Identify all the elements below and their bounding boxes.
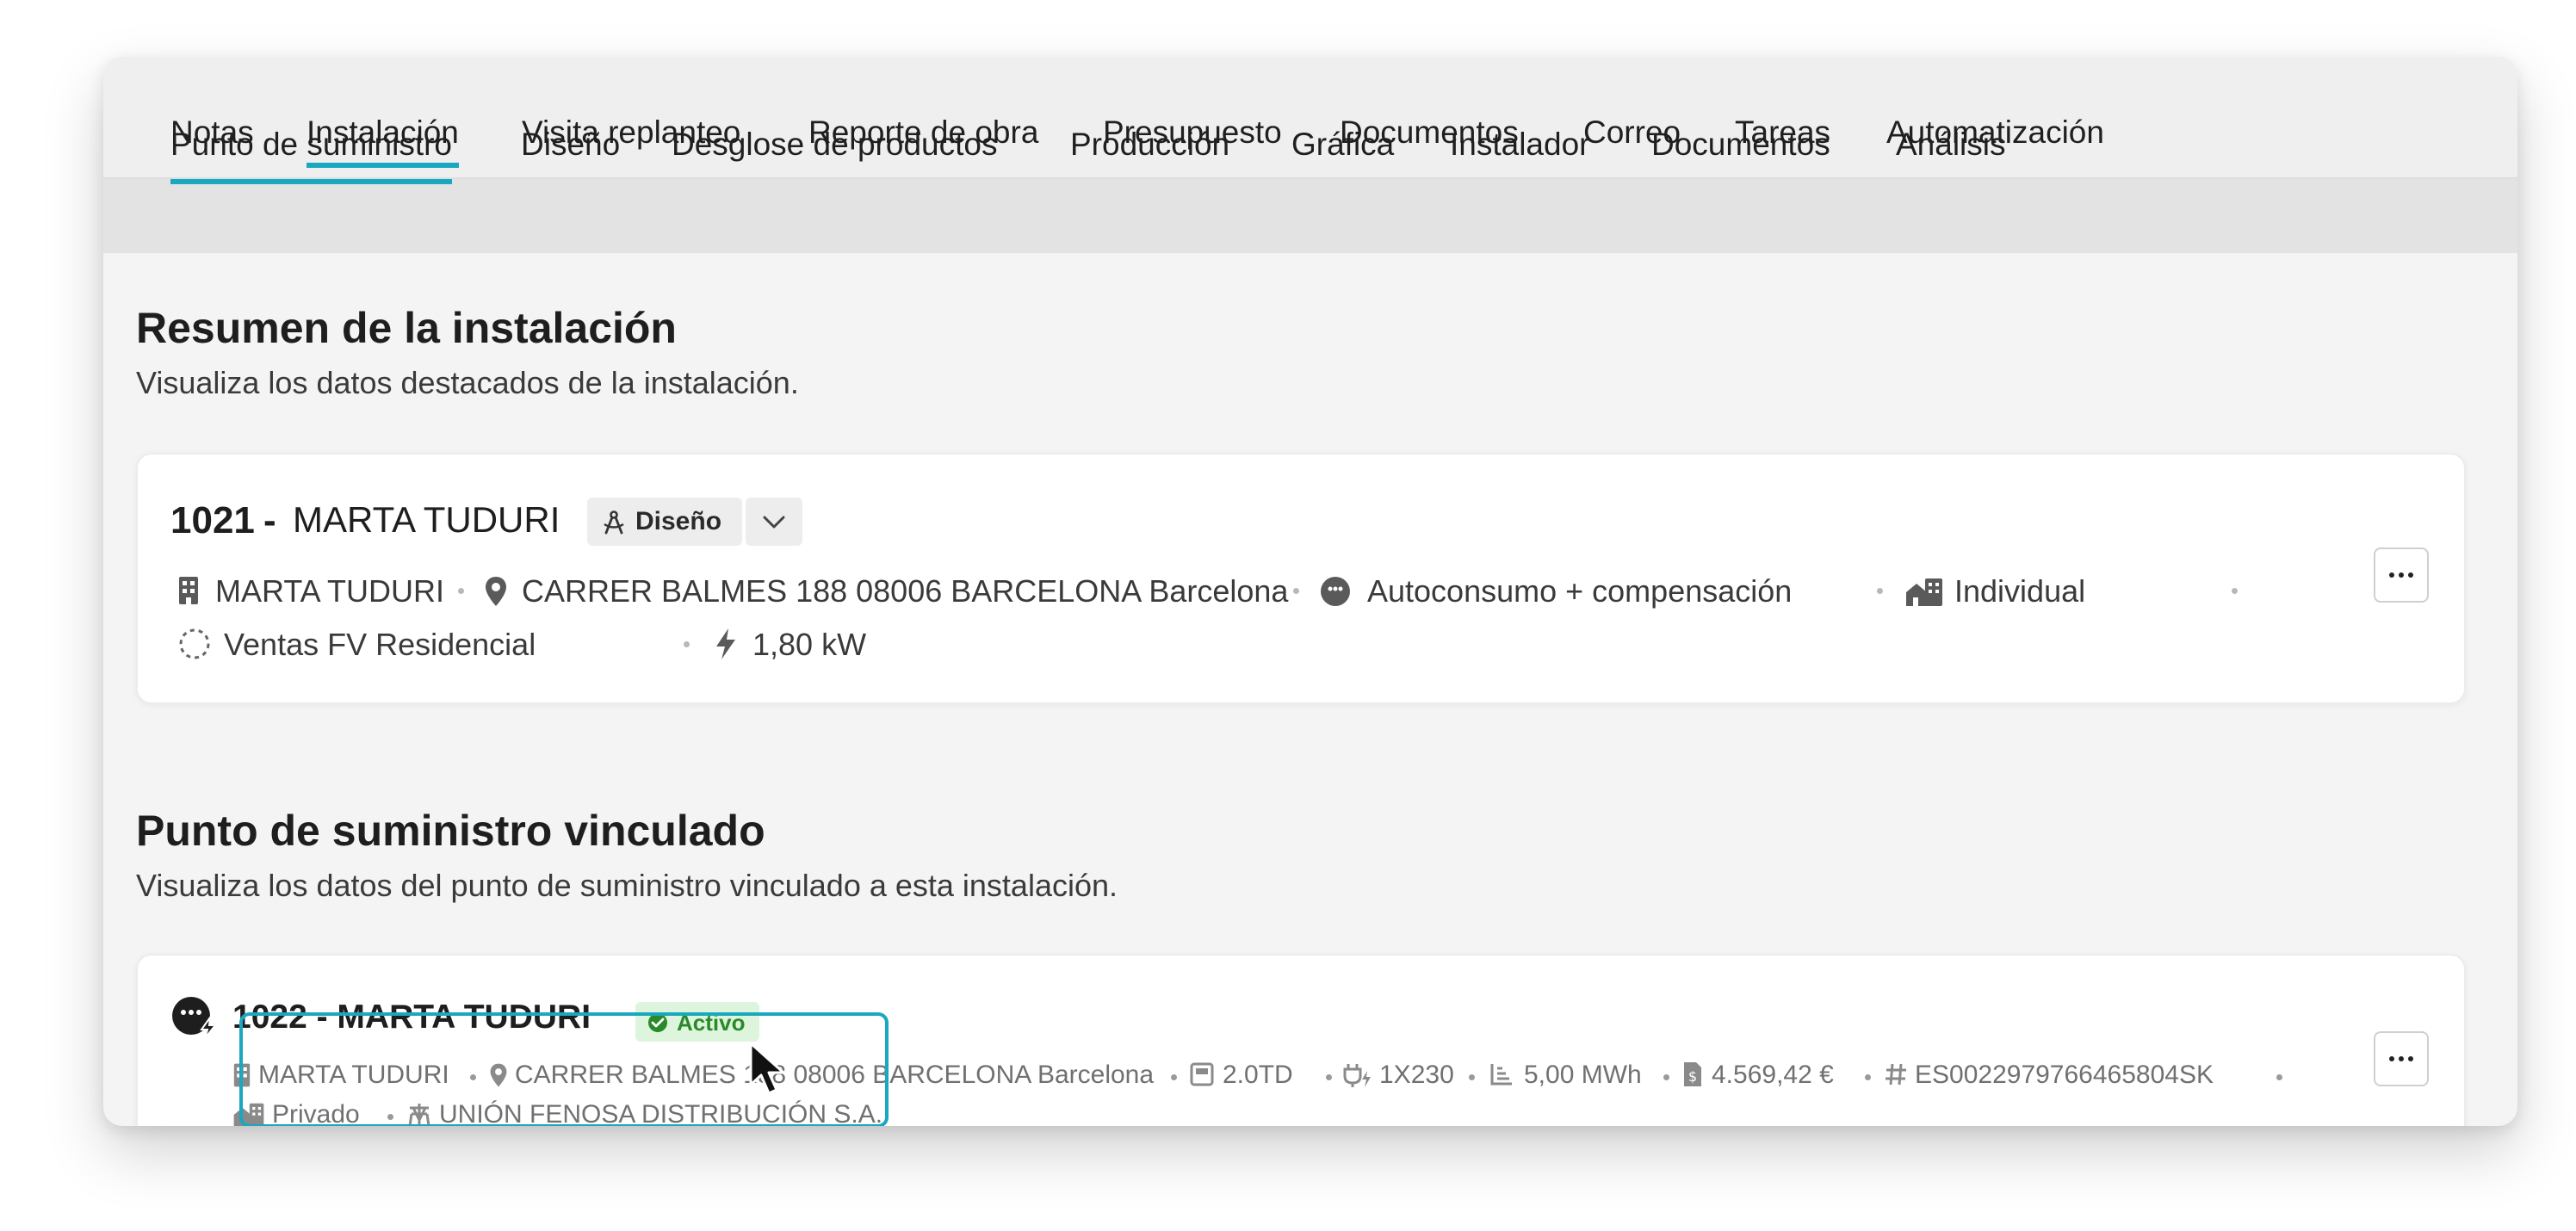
- supply-more-button[interactable]: [2374, 1031, 2429, 1086]
- separator-dot: [2276, 1074, 2282, 1080]
- chart-icon: [1490, 1064, 1512, 1086]
- pipeline-name: Ventas FV Residencial: [224, 627, 536, 662]
- compass-icon: [604, 510, 624, 535]
- separator-dot: [2232, 588, 2238, 594]
- separator-dot: [1865, 1074, 1871, 1080]
- installation-address: CARRER BALMES 188 08006 BARCELONA Barcel…: [522, 573, 1289, 609]
- separator-dot: [1663, 1074, 1669, 1080]
- stage-chip[interactable]: Diseño: [587, 498, 742, 546]
- chevron-down-icon: [763, 516, 785, 529]
- installed-power: 1,80 kW: [752, 627, 867, 662]
- separator-dot: [1326, 1074, 1332, 1080]
- plug-solar-icon: [172, 997, 218, 1038]
- meter-icon: [1190, 1062, 1214, 1086]
- bolt-icon: [716, 628, 735, 659]
- installation-type: Individual: [1954, 573, 2086, 609]
- building-icon: [179, 577, 198, 604]
- supply-title: Punto de suministro vinculado: [136, 807, 765, 855]
- house-building-icon: [1906, 578, 1942, 606]
- location-pin-icon: [486, 577, 506, 606]
- cursor-icon: [749, 1042, 785, 1095]
- supply-subtitle: Visualiza los datos del punto de suminis…: [136, 868, 1118, 903]
- subtab-diseno[interactable]: Diseño: [521, 127, 620, 163]
- plug-icon: [1343, 1064, 1371, 1087]
- secondary-tab-bar: [103, 179, 2517, 253]
- client-name: MARTA TUDURI: [215, 573, 445, 609]
- separator-dot: [684, 641, 690, 647]
- installation-more-button[interactable]: [2374, 547, 2429, 603]
- summary-subtitle: Visualiza los datos destacados de la ins…: [136, 365, 799, 400]
- separator-dot: [1171, 1074, 1177, 1080]
- subtab-desglose-de-productos[interactable]: Desglose de productos: [672, 127, 997, 163]
- annual-cost: 4.569,42 €: [1712, 1061, 1834, 1089]
- more-icon: [2389, 572, 2394, 578]
- receipt-icon: $: [1684, 1062, 1701, 1086]
- annual-consumption: 5,00 MWh: [1524, 1061, 1642, 1089]
- separator-dot: [1293, 588, 1299, 594]
- connection-type: 1X230: [1379, 1061, 1454, 1089]
- tariff: 2.0TD: [1223, 1061, 1293, 1089]
- app-window: Notas Instalación Visita replanteo Repor…: [103, 57, 2517, 1126]
- installation-name: MARTA TUDURI: [293, 499, 560, 540]
- dashed-circle-icon: [179, 628, 210, 659]
- subtab-produccion[interactable]: Producción: [1070, 127, 1229, 163]
- stage-dropdown-button[interactable]: [746, 498, 802, 546]
- subtab-punto-de-suministro[interactable]: Punto de suministro: [170, 127, 453, 184]
- subtab-documentos[interactable]: Documentos: [1651, 127, 1830, 163]
- installation-card: 1021 - MARTA TUDURI Diseño MARTA TUDURI: [136, 453, 2466, 704]
- subtab-grafica[interactable]: Gráfica: [1291, 127, 1394, 163]
- installation-id: 1021: [170, 499, 255, 541]
- separator-dot: [458, 588, 464, 594]
- hash-icon: [1886, 1063, 1906, 1086]
- svg-text:$: $: [1688, 1068, 1697, 1085]
- title-separator: -: [263, 499, 276, 541]
- separator-dot: [1469, 1074, 1475, 1080]
- more-icon: [2389, 1056, 2394, 1061]
- plug-solar-icon: [1321, 577, 1350, 606]
- stage-chip-label: Diseño: [635, 507, 722, 535]
- summary-title: Resumen de la instalación: [136, 304, 677, 352]
- subtab-analisis[interactable]: Análisis: [1896, 127, 2006, 163]
- self-consumption-mode: Autoconsumo + compensación: [1367, 573, 1793, 609]
- cups-code: ES0022979766465804SK: [1915, 1061, 2214, 1089]
- separator-dot: [1877, 588, 1883, 594]
- focus-highlight: [239, 1012, 889, 1126]
- subtab-instalador[interactable]: Instalador: [1450, 127, 1590, 163]
